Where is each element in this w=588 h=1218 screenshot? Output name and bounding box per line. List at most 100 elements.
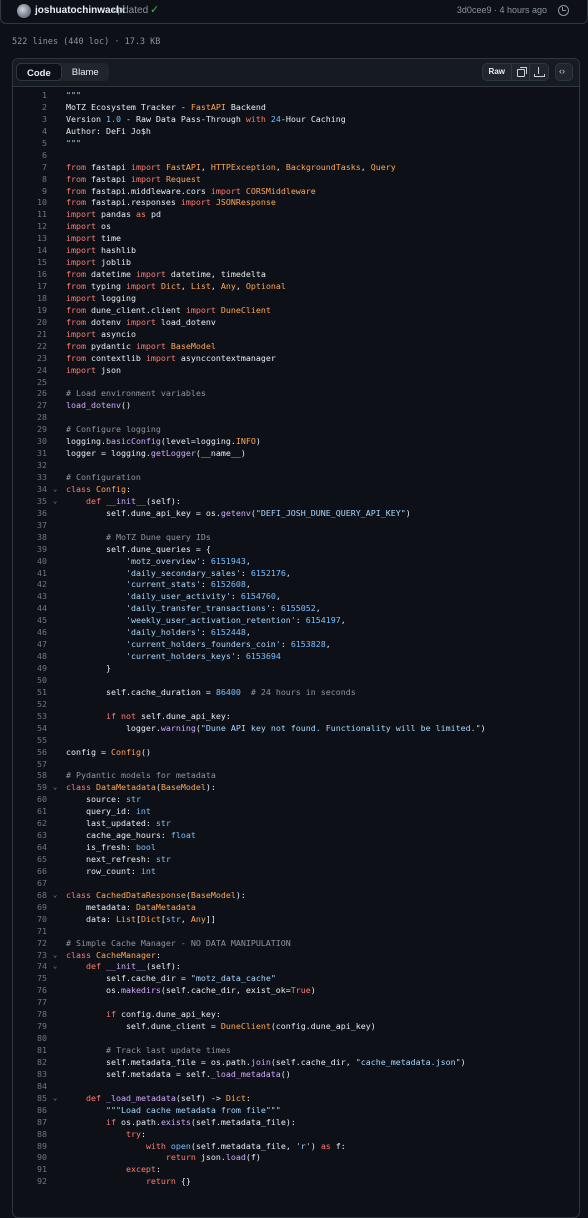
line-number[interactable]: 4	[17, 126, 47, 138]
line-number[interactable]: 2	[17, 102, 47, 114]
line-number[interactable]: 28	[17, 412, 47, 424]
line-number[interactable]: 66	[17, 866, 47, 878]
chevron-down-icon[interactable]: ⌄	[53, 484, 57, 496]
line-number[interactable]: 82	[17, 1057, 47, 1069]
line-number[interactable]: 7	[17, 162, 47, 174]
line-number[interactable]: 81	[17, 1045, 47, 1057]
line-number[interactable]: 73	[17, 950, 47, 962]
line-number[interactable]: 14	[17, 245, 47, 257]
line-number[interactable]: 89	[17, 1141, 47, 1153]
line-number[interactable]: 58	[17, 770, 47, 782]
chevron-down-icon[interactable]: ⌄	[53, 950, 57, 962]
line-number[interactable]: 78	[17, 1009, 47, 1021]
download-icon[interactable]	[530, 64, 548, 80]
line-number[interactable]: 12	[17, 221, 47, 233]
line-number[interactable]: 16	[17, 269, 47, 281]
line-number[interactable]: 21	[17, 329, 47, 341]
line-number[interactable]: 26	[17, 388, 47, 400]
chevron-down-icon[interactable]: ⌄	[53, 890, 57, 902]
line-number[interactable]: 11	[17, 209, 47, 221]
line-number[interactable]: 70	[17, 914, 47, 926]
line-number[interactable]: 40	[17, 556, 47, 568]
line-number[interactable]: 1	[17, 90, 47, 102]
line-number[interactable]: 53	[17, 711, 47, 723]
line-number[interactable]: 38	[17, 532, 47, 544]
line-number[interactable]: 55	[17, 735, 47, 747]
tab-blame[interactable]: Blame	[62, 63, 109, 81]
line-number[interactable]: 20	[17, 317, 47, 329]
line-number[interactable]: 9	[17, 186, 47, 198]
line-number[interactable]: 80	[17, 1033, 47, 1045]
line-number[interactable]: 45	[17, 615, 47, 627]
chevron-down-icon[interactable]: ⌄	[53, 782, 57, 794]
line-number[interactable]: 91	[17, 1164, 47, 1176]
line-number[interactable]: 79	[17, 1021, 47, 1033]
line-number[interactable]: 61	[17, 806, 47, 818]
line-number[interactable]: 30	[17, 436, 47, 448]
line-number[interactable]: 48	[17, 651, 47, 663]
line-number[interactable]: 22	[17, 341, 47, 353]
line-number[interactable]: 29	[17, 424, 47, 436]
line-number[interactable]: 71	[17, 926, 47, 938]
line-number[interactable]: 69	[17, 902, 47, 914]
line-number[interactable]: 72	[17, 938, 47, 950]
line-number[interactable]: 33	[17, 472, 47, 484]
commit-hash-time[interactable]: 3d0cee9 · 4 hours ago	[457, 5, 547, 15]
chevron-down-icon[interactable]: ⌄	[53, 961, 57, 973]
line-number[interactable]: 67	[17, 878, 47, 890]
line-number[interactable]: 41	[17, 568, 47, 580]
tab-code[interactable]: Code	[16, 63, 62, 81]
line-number[interactable]: 39	[17, 544, 47, 556]
line-number[interactable]: 65	[17, 854, 47, 866]
line-number[interactable]: 64	[17, 842, 47, 854]
line-number[interactable]: 25	[17, 377, 47, 389]
line-number[interactable]: 49	[17, 663, 47, 675]
chevron-down-icon[interactable]: ⌄	[53, 496, 57, 508]
line-number[interactable]: 34	[17, 484, 47, 496]
line-number[interactable]: 27	[17, 400, 47, 412]
line-number[interactable]: 74	[17, 961, 47, 973]
line-number[interactable]: 42	[17, 579, 47, 591]
line-number[interactable]: 44	[17, 603, 47, 615]
line-number[interactable]: 56	[17, 747, 47, 759]
line-number[interactable]: 18	[17, 293, 47, 305]
line-number[interactable]: 46	[17, 627, 47, 639]
line-number[interactable]: 90	[17, 1152, 47, 1164]
line-number[interactable]: 32	[17, 460, 47, 472]
line-number[interactable]: 52	[17, 699, 47, 711]
history-icon[interactable]	[558, 5, 569, 16]
line-number[interactable]: 77	[17, 997, 47, 1009]
line-number[interactable]: 86	[17, 1105, 47, 1117]
line-number[interactable]: 43	[17, 591, 47, 603]
check-icon[interactable]: ✓	[150, 3, 159, 16]
line-number[interactable]: 19	[17, 305, 47, 317]
line-number[interactable]: 51	[17, 687, 47, 699]
line-number[interactable]: 47	[17, 639, 47, 651]
line-number[interactable]: 57	[17, 759, 47, 771]
line-number[interactable]: 8	[17, 174, 47, 186]
line-number[interactable]: 92	[17, 1176, 47, 1188]
line-number[interactable]: 54	[17, 723, 47, 735]
line-number[interactable]: 68	[17, 890, 47, 902]
line-number[interactable]: 59	[17, 782, 47, 794]
line-number[interactable]: 75	[17, 973, 47, 985]
line-number[interactable]: 23	[17, 353, 47, 365]
commit-message[interactable]: updated	[112, 5, 148, 16]
chevron-down-icon[interactable]: ⌄	[53, 1093, 57, 1105]
line-number[interactable]: 62	[17, 818, 47, 830]
avatar[interactable]	[17, 4, 31, 18]
line-number[interactable]: 87	[17, 1117, 47, 1129]
line-number[interactable]: 83	[17, 1069, 47, 1081]
line-number[interactable]: 17	[17, 281, 47, 293]
line-number[interactable]: 84	[17, 1081, 47, 1093]
line-number[interactable]: 60	[17, 794, 47, 806]
line-number[interactable]: 85	[17, 1093, 47, 1105]
line-number[interactable]: 37	[17, 520, 47, 532]
line-number[interactable]: 6	[17, 150, 47, 162]
line-number[interactable]: 5	[17, 138, 47, 150]
copy-icon[interactable]	[512, 64, 530, 80]
line-number[interactable]: 31	[17, 448, 47, 460]
line-number[interactable]: 3	[17, 114, 47, 126]
line-number[interactable]: 63	[17, 830, 47, 842]
line-number[interactable]: 10	[17, 197, 47, 209]
